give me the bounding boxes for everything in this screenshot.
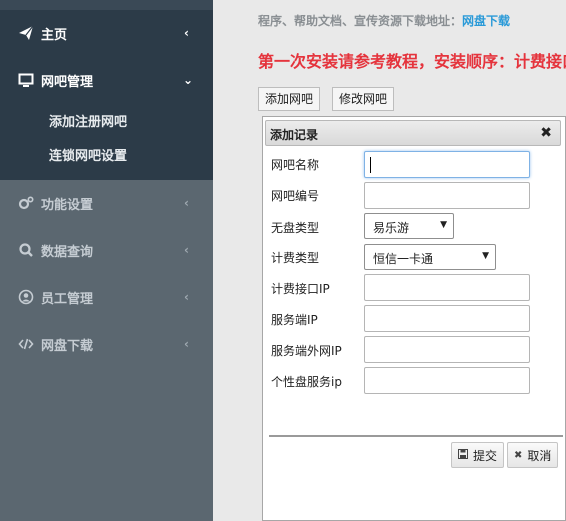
field-label: 网吧名称 <box>271 158 320 172</box>
download-info: 程序、帮助文档、宣传资源下载地址：网盘下载 <box>258 12 510 29</box>
sidebar-item-netcafe-management[interactable]: 网吧管理 ⌄ <box>0 65 213 95</box>
sidebar-item-netdisk-download[interactable]: 网盘下载 ‹ <box>0 329 213 359</box>
cancel-label: 取消 <box>527 448 552 463</box>
diskless-type-select[interactable]: 易乐游 ▼ <box>364 213 454 239</box>
chevron-left-icon: ‹ <box>184 337 189 351</box>
sidebar-item-label: 主页 <box>41 27 68 43</box>
close-icon[interactable]: ✖ <box>540 125 552 141</box>
sidebar-item-label: 数据查询 <box>41 244 94 260</box>
field-label: 服务端外网IP <box>271 344 342 358</box>
text-caret <box>370 157 371 173</box>
submit-button[interactable]: 提交 <box>451 442 505 468</box>
field-label: 个性盘服务ip <box>271 375 342 389</box>
sidebar-item-label: 网吧管理 <box>41 74 94 90</box>
server-ip-input[interactable] <box>364 305 530 332</box>
chevron-left-icon: ‹ <box>184 243 189 257</box>
add-record-dialog: 添加记录 ✖ 网吧名称 网吧编号 无盘类型 易乐游 ▼ 计费类型 恒信一卡通 ▼… <box>262 116 566 521</box>
netdisk-download-link[interactable]: 网盘下载 <box>462 14 510 28</box>
submit-label: 提交 <box>473 448 498 463</box>
download-info-text: 程序、帮助文档、宣传资源下载地址： <box>258 14 463 28</box>
sidebar-item-label: 员工管理 <box>41 291 94 307</box>
caret-down-icon: ▼ <box>440 220 447 230</box>
sidebar-item-label: 网盘下载 <box>41 338 94 354</box>
user-icon <box>18 289 34 305</box>
netcafe-name-input[interactable] <box>364 151 530 178</box>
dialog-separator <box>269 435 563 437</box>
sidebar-item-label: 功能设置 <box>41 197 94 213</box>
chevron-left-icon: ‹ <box>184 290 189 304</box>
field-label: 计费接口IP <box>271 282 330 296</box>
personal-disk-server-ip-input[interactable] <box>364 367 530 394</box>
field-label: 无盘类型 <box>271 221 320 235</box>
chevron-down-icon: ⌄ <box>183 73 194 87</box>
paper-plane-icon <box>18 25 34 41</box>
dialog-title: 添加记录 <box>270 128 319 142</box>
chevron-left-icon: ‹ <box>184 26 189 40</box>
sidebar-item-function-settings[interactable]: 功能设置 ‹ <box>0 188 213 218</box>
gears-icon <box>18 195 34 211</box>
sidebar-item-home[interactable]: 主页 ‹ <box>0 18 213 48</box>
field-label: 网吧编号 <box>271 189 320 203</box>
sidebar-subitem-add-netcafe[interactable]: 添加注册网吧 <box>49 111 127 130</box>
caret-down-icon: ▼ <box>482 251 489 261</box>
billing-interface-ip-input[interactable] <box>364 274 530 301</box>
close-icon: ✖ <box>514 449 523 461</box>
select-value: 恒信一卡通 <box>373 252 434 266</box>
dialog-header: 添加记录 ✖ <box>265 120 561 146</box>
server-external-ip-input[interactable] <box>364 336 530 363</box>
sidebar-item-staff-management[interactable]: 员工管理 ‹ <box>0 282 213 312</box>
cancel-button[interactable]: ✖ 取消 <box>507 442 559 468</box>
edit-netcafe-button[interactable]: 修改网吧 <box>332 87 395 111</box>
sidebar-subitem-chain-settings[interactable]: 连锁网吧设置 <box>49 145 127 164</box>
sidebar: 主页 ‹ 网吧管理 ⌄ 添加注册网吧 连锁网吧设置 功能设置 ‹ 数据查询 ‹ … <box>0 0 213 521</box>
code-icon <box>18 336 34 352</box>
field-label: 服务端IP <box>271 313 318 327</box>
sidebar-item-data-query[interactable]: 数据查询 ‹ <box>0 235 213 265</box>
netcafe-id-input[interactable] <box>364 182 530 209</box>
save-icon <box>458 448 468 462</box>
select-value: 易乐游 <box>373 221 410 235</box>
add-netcafe-button[interactable]: 添加网吧 <box>258 87 321 111</box>
chevron-left-icon: ‹ <box>184 196 189 210</box>
sidebar-top-strip <box>0 0 213 10</box>
monitor-icon <box>18 72 34 88</box>
billing-type-select[interactable]: 恒信一卡通 ▼ <box>364 244 496 270</box>
install-notice: 第一次安装请参考教程，安装顺序：计费接口 <box>258 52 566 71</box>
field-label: 计费类型 <box>271 251 320 265</box>
search-icon <box>18 242 34 258</box>
